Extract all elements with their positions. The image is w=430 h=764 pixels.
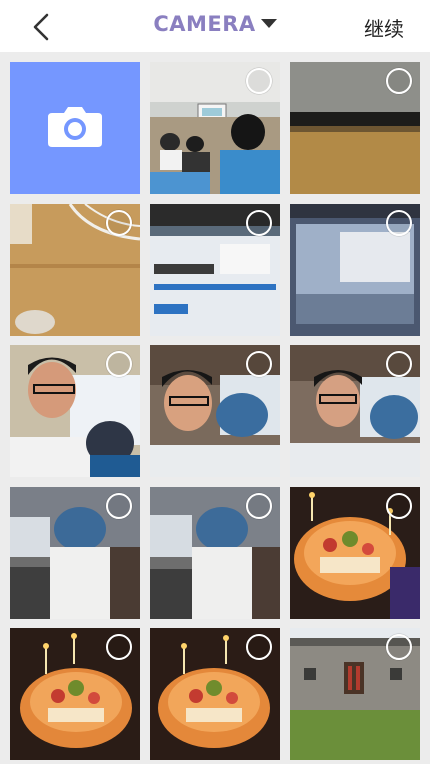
photo-thumbnail[interactable] [290, 345, 420, 477]
select-circle-icon[interactable] [246, 210, 272, 236]
camera-icon [48, 107, 102, 147]
photo-thumbnail[interactable] [150, 204, 280, 336]
top-bar: CAMERA 继续 [0, 0, 430, 52]
select-circle-icon[interactable] [106, 351, 132, 377]
select-circle-icon[interactable] [386, 634, 412, 660]
select-circle-icon[interactable] [246, 634, 272, 660]
photo-thumbnail[interactable] [150, 345, 280, 477]
photo-thumbnail[interactable] [10, 345, 140, 477]
camera-capture-tile[interactable] [10, 62, 140, 194]
photo-thumbnail[interactable] [10, 487, 140, 619]
photo-thumbnail[interactable] [10, 628, 140, 760]
select-circle-icon[interactable] [246, 68, 272, 94]
photo-thumbnail[interactable] [290, 204, 420, 336]
select-circle-icon[interactable] [246, 493, 272, 519]
photo-thumbnail[interactable] [150, 62, 280, 194]
select-circle-icon[interactable] [386, 351, 412, 377]
photo-thumbnail[interactable] [290, 628, 420, 760]
select-circle-icon[interactable] [386, 210, 412, 236]
select-circle-icon[interactable] [106, 634, 132, 660]
select-circle-icon[interactable] [246, 351, 272, 377]
photo-thumbnail[interactable] [290, 62, 420, 194]
select-circle-icon[interactable] [386, 68, 412, 94]
photo-thumbnail[interactable] [10, 204, 140, 336]
continue-button[interactable]: 继续 [364, 13, 404, 42]
select-circle-icon[interactable] [386, 493, 412, 519]
album-label: CAMERA [153, 12, 256, 36]
photo-thumbnail[interactable] [290, 487, 420, 619]
select-circle-icon[interactable] [106, 210, 132, 236]
caret-down-icon [260, 18, 277, 28]
photo-thumbnail[interactable] [150, 628, 280, 760]
photo-thumbnail[interactable] [150, 487, 280, 619]
select-circle-icon[interactable] [106, 493, 132, 519]
